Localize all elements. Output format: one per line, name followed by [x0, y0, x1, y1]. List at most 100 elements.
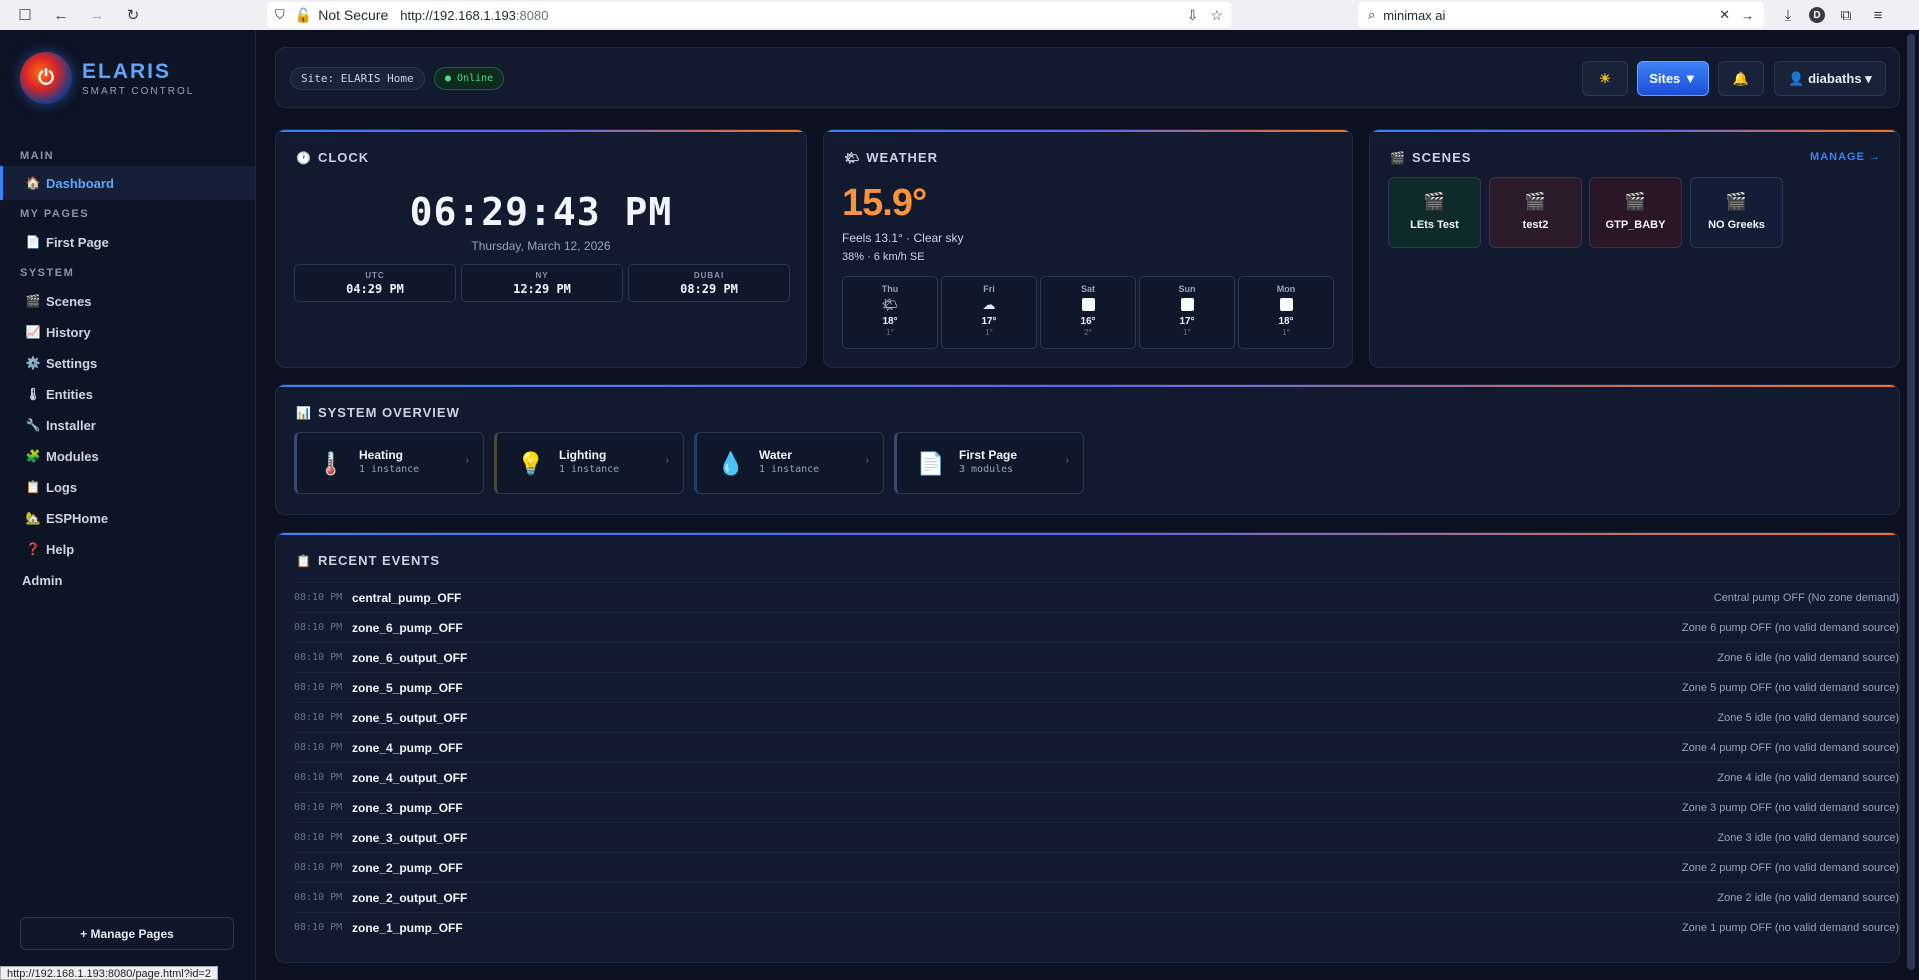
bell-icon: 🔔 — [1732, 70, 1750, 86]
clock-card: 🕐 CLOCK 06:29:43 PM Thursday, March 12, 2… — [275, 129, 807, 368]
recent-events-title: 📋 RECENT EVENTS — [296, 553, 441, 568]
event-row: 08:10 PM zone_2_pump_OFF Zone 2 pump OFF (… — [294, 852, 1899, 882]
nav-section-pages: MY PAGES — [20, 208, 90, 220]
clapper-icon: 🎬 — [25, 294, 41, 308]
weather-title: 🌤 WEATHER — [844, 150, 938, 165]
chevron-right-icon: › — [465, 455, 469, 466]
system-overview-title: 📊 SYSTEM OVERVIEW — [296, 405, 460, 420]
blank-weather-icon — [1041, 297, 1135, 312]
gear-icon: ⚙️ — [25, 356, 41, 370]
sidebar-item-entities[interactable]: 🌡 Entities — [0, 377, 255, 411]
sites-dropdown-button[interactable]: Sites ▼ — [1637, 61, 1709, 96]
partly-cloudy-icon: 🌤 — [844, 150, 861, 165]
clipboard-icon: 📋 — [296, 553, 312, 568]
water-drop-icon: 💧 — [717, 451, 745, 476]
lock-warning-icon: 🔓 — [294, 6, 313, 23]
not-secure-label: Not Secure — [318, 7, 389, 23]
event-row: 08:10 PM zone_5_pump_OFF Zone 5 pump OFF (… — [294, 672, 1899, 702]
profile-avatar[interactable]: D — [1809, 7, 1825, 23]
sidebar-item-history[interactable]: 📈 History — [0, 315, 255, 349]
overview-tile-heating[interactable]: 🌡️ Heating 1 instance › — [294, 432, 484, 494]
clapper-icon: 🎬 — [1524, 192, 1547, 211]
sidebar-item-logs[interactable]: 📋 Logs — [0, 470, 255, 504]
event-row: 08:10 PM zone_3_pump_OFF Zone 3 pump OFF (… — [294, 792, 1899, 822]
help-icon: ❓ — [25, 542, 41, 556]
blank-weather-icon — [1140, 297, 1234, 312]
user-menu-button[interactable]: 👤 diabaths ▾ — [1774, 61, 1886, 96]
scene-button[interactable]: 🎬 NO Greeks — [1690, 177, 1783, 248]
puzzle-icon: 🧩 — [25, 449, 41, 463]
sidebar-item-esphome[interactable]: 🏡 ESPHome — [0, 501, 255, 535]
overview-tile-water[interactable]: 💧 Water 1 instance › — [694, 432, 884, 494]
bar-chart-icon: 📊 — [296, 405, 312, 420]
site-badge: Site: ELARIS Home — [290, 67, 425, 90]
clock-time: 06:29:43 PM — [409, 190, 673, 234]
browser-toolbar: ☐ ← → ↻ ⛉ 🔓 Not Secure http://192.168.1.… — [0, 0, 1919, 30]
partly-cloudy-icon: 🌤 — [881, 296, 899, 312]
search-bar[interactable]: ⌕ minimax ai ✕ → — [1358, 2, 1764, 28]
home-icon: 🏠 — [25, 176, 41, 190]
sidebar-item-admin[interactable]: Admin — [0, 563, 255, 597]
scenes-card: 🎬 SCENES MANAGE → 🎬 LEts Test 🎬 test2 🎬 G… — [1369, 129, 1900, 368]
notifications-button[interactable]: 🔔 — [1718, 61, 1764, 96]
forecast-day: Sat 16° 2° — [1040, 276, 1136, 349]
thermometer-icon: 🌡 — [25, 387, 41, 401]
scrollbar-thumb[interactable] — [1907, 34, 1915, 970]
search-icon: ⌕ — [1368, 7, 1376, 22]
system-overview-card: 📊 SYSTEM OVERVIEW 🌡️ Heating 1 instance ›… — [275, 384, 1900, 515]
clear-search-icon[interactable]: ✕ — [1719, 7, 1730, 23]
weather-temperature: 15.9° — [842, 182, 927, 224]
event-row: 08:10 PM zone_5_output_OFF Zone 5 idle (no… — [294, 702, 1899, 732]
event-row: 08:10 PM zone_3_output_OFF Zone 3 idle (no… — [294, 822, 1899, 852]
status-url: http://192.168.1.193:8080/page.html?id=2 — [0, 966, 218, 980]
clapper-icon: 🎬 — [1423, 192, 1446, 211]
downloads-icon[interactable]: ⤓ — [1777, 4, 1799, 26]
sidebar: ⏻ ELARIS SMART CONTROL MAIN 🏠 Dashboard … — [0, 30, 256, 980]
extensions-icon[interactable]: ⧉ — [1835, 4, 1857, 26]
sidebar-item-first-page[interactable]: 📄 First Page — [0, 225, 255, 259]
forward-icon[interactable]: → — [86, 4, 108, 26]
sidebar-item-installer[interactable]: 🔧 Installer — [0, 408, 255, 442]
event-row: 08:10 PM zone_4_output_OFF Zone 4 idle (no… — [294, 762, 1899, 792]
cloud-icon: ☁ — [982, 296, 996, 312]
clapper-icon: 🎬 — [1390, 150, 1406, 165]
forecast-day: Mon 18° 1° — [1238, 276, 1334, 349]
overview-tile-lighting[interactable]: 💡 Lighting 1 instance › — [494, 432, 684, 494]
download-page-icon[interactable]: ⇩ — [1187, 7, 1199, 24]
wrench-icon: 🔧 — [25, 418, 41, 432]
page-icon: 📄 — [25, 235, 41, 249]
overview-tile-first-page[interactable]: 📄 First Page 3 modules › — [894, 432, 1084, 494]
scene-button[interactable]: 🎬 test2 — [1489, 177, 1582, 248]
house-icon: 🏡 — [25, 511, 41, 525]
back-icon[interactable]: ← — [50, 4, 72, 26]
thermometer-icon: 🌡️ — [317, 451, 345, 476]
bookmark-star-icon[interactable]: ☆ — [1210, 7, 1223, 24]
timezone-ny: NY 12:29 PM — [461, 264, 623, 302]
forecast-day: Sun 17° 1° — [1139, 276, 1235, 349]
manage-scenes-link[interactable]: MANAGE → — [1810, 151, 1881, 163]
clock-title: 🕐 CLOCK — [296, 150, 370, 165]
reload-icon[interactable]: ↻ — [122, 4, 144, 26]
menu-icon[interactable]: ≡ — [1867, 4, 1889, 26]
event-row: 08:10 PM zone_2_output_OFF Zone 2 idle (no… — [294, 882, 1899, 912]
weather-card: 🌤 WEATHER 15.9° Feels 13.1° · Clear sky 3… — [823, 129, 1353, 368]
scene-button[interactable]: 🎬 LEts Test — [1388, 177, 1481, 248]
sidebar-item-help[interactable]: ❓ Help — [0, 532, 255, 566]
sidebar-toggle-icon[interactable]: ☐ — [14, 4, 36, 26]
search-go-icon[interactable]: → — [1741, 8, 1754, 23]
shield-icon[interactable]: ⛉ — [275, 7, 285, 23]
chevron-right-icon: › — [865, 455, 869, 466]
search-input[interactable]: minimax ai — [1383, 8, 1445, 23]
sidebar-item-settings[interactable]: ⚙️ Settings — [0, 346, 255, 380]
theme-toggle-button[interactable]: ☀ — [1582, 61, 1628, 96]
sidebar-item-modules[interactable]: 🧩 Modules — [0, 439, 255, 473]
brand[interactable]: ⏻ ELARIS SMART CONTROL — [20, 52, 194, 104]
sun-icon: ☀ — [1599, 70, 1611, 86]
page-scrollbar[interactable] — [1905, 30, 1917, 980]
scene-button[interactable]: 🎬 GTP_BABY — [1589, 177, 1682, 248]
sidebar-item-scenes[interactable]: 🎬 Scenes — [0, 284, 255, 318]
address-bar[interactable]: ⛉ 🔓 Not Secure http://192.168.1.193:8080… — [267, 2, 1231, 28]
recent-events-card: 📋 RECENT EVENTS 08:10 PM central_pump_OFF C… — [275, 532, 1900, 963]
sidebar-item-dashboard[interactable]: 🏠 Dashboard — [0, 166, 255, 200]
manage-pages-button[interactable]: + Manage Pages — [20, 917, 234, 950]
